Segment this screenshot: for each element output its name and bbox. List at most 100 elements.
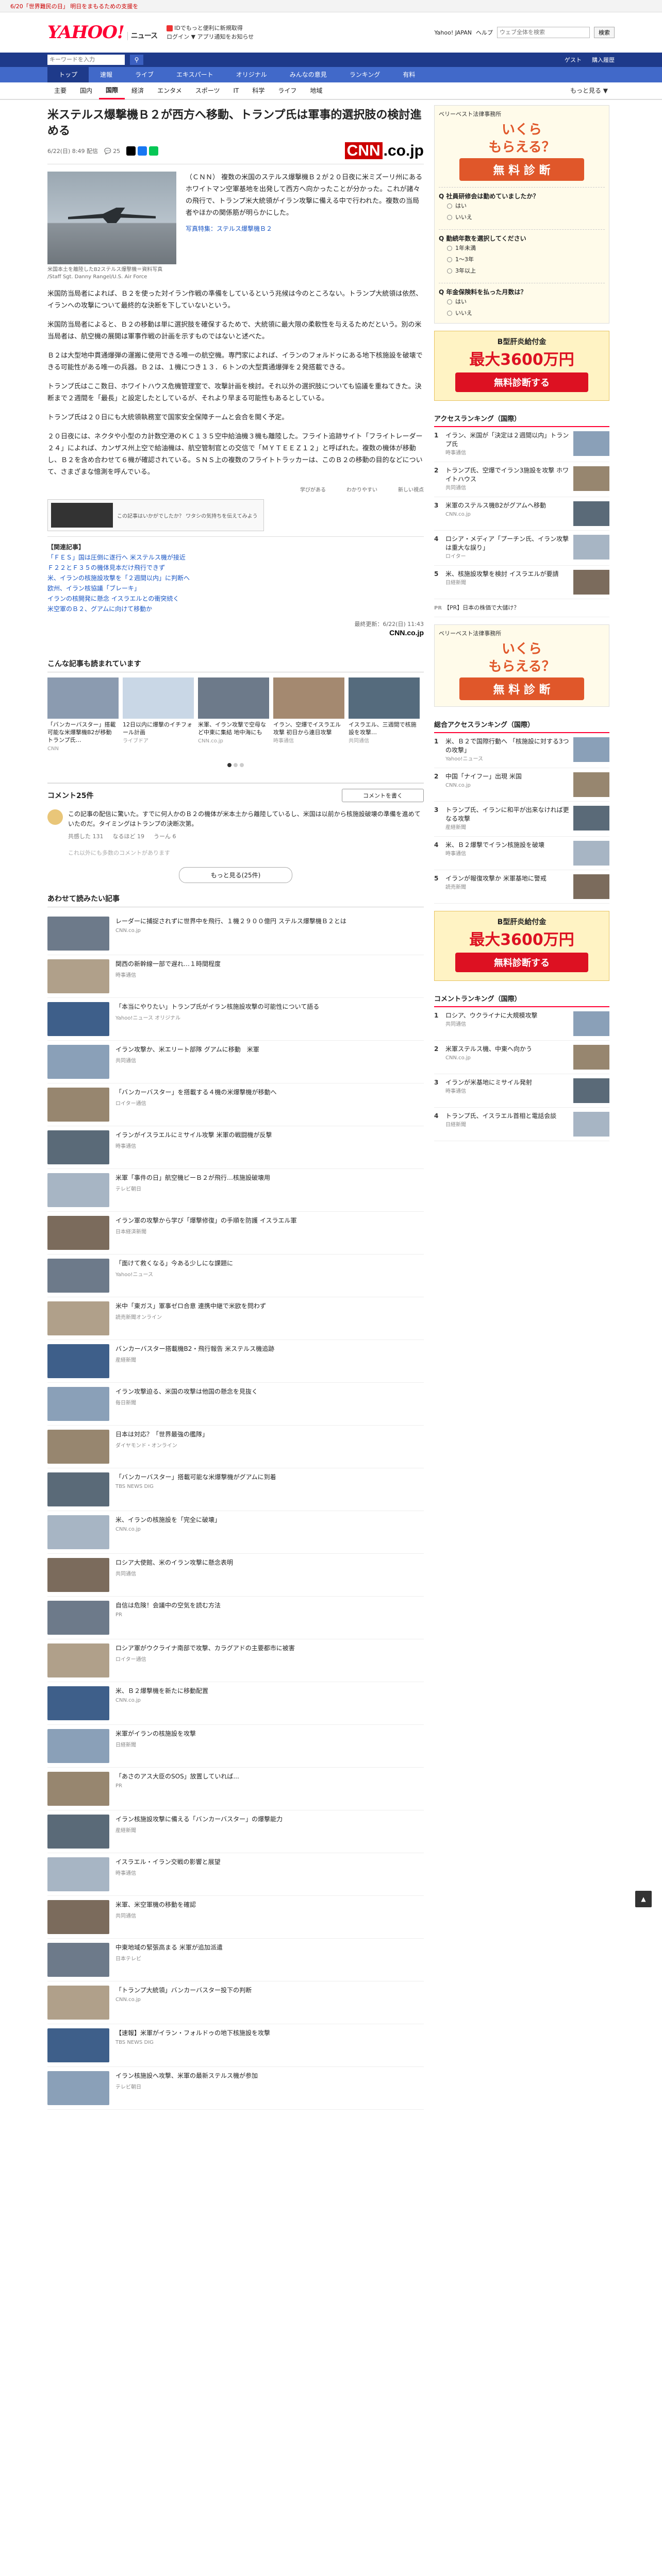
ranking-item[interactable]: 4 米、Ｂ２爆撃でイラン核施設を破壊 時事通信 <box>434 837 609 870</box>
scroll-to-top-button[interactable]: ▲ <box>635 1891 652 1907</box>
ranking-item[interactable]: 2 中国「ナイフー」出現 米国 CNN.co.jp <box>434 768 609 802</box>
gnav-opinion[interactable]: みんなの意見 <box>278 67 338 82</box>
reaction-new-view[interactable]: 新しい視点 <box>398 485 424 493</box>
recommended-item[interactable]: イラン軍の攻撃から学び「爆撃修復」の手順を防護 イスラエル軍 日本経済新聞 <box>47 1212 424 1255</box>
recommended-item[interactable]: 米、Ｂ２爆撃機を新たに移動配置 CNN.co.jp <box>47 1682 424 1725</box>
recommended-item[interactable]: イラン攻撃か、米エリート部隊 グアムに移動 米軍 共同通信 <box>47 1041 424 1083</box>
tab-it[interactable]: IT <box>226 83 245 98</box>
ranking-item[interactable]: 4 ロシア・メディア「プーチン氏、イラン攻撃は重大な誤り」 ロイター <box>434 531 609 566</box>
comment-count-link[interactable]: 💬 25 <box>104 148 120 155</box>
recommended-item[interactable]: 日本は対応？「世界最強の艦隊」 ダイヤモンド・オンライン <box>47 1426 424 1468</box>
pr-link[interactable]: PR 【PR】日本の株価で大儲け？ <box>434 599 609 617</box>
law-firm-ad[interactable]: ベリーベスト法律事務所 いくら もらえる？ 無 料 診 断 Q 社員研修会は勤め… <box>434 105 609 324</box>
tab-economy[interactable]: 経済 <box>125 83 151 98</box>
recommended-item[interactable]: イラン核施設へ攻撃、米軍の最新ステルス機が参加 テレビ朝日 <box>47 2067 424 2110</box>
recommended-item[interactable]: 「面けて救くなる」今ある少しにな課題に Yahoo!ニュース <box>47 1255 424 1297</box>
also-read-card[interactable]: 「バンカーバスター」搭載可能な米爆撃機B2が移動 トランプ氏… CNN <box>47 677 119 753</box>
gnav-expert[interactable]: エキスパート <box>165 67 225 82</box>
recommended-item[interactable]: 「本当にやりたい」トランプ氏がイラン核施設攻撃の可能性について語る Yahoo!ニ… <box>47 998 424 1041</box>
recommended-item[interactable]: 米軍、米空軍機の移動を確認 共同通信 <box>47 1896 424 1939</box>
recommended-item[interactable]: 「あさのアス大臣のSOS」放置していれば... PR <box>47 1768 424 1810</box>
reaction-clear[interactable]: わかりやすい <box>346 485 377 493</box>
recommended-item[interactable]: 米、イランの核施設を「完全に破壊」 CNN.co.jp <box>47 1511 424 1554</box>
ranking-item[interactable]: 1 イラン、米国が「決定は２週間以内」トランプ氏 時事通信 <box>434 427 609 462</box>
ranking-item[interactable]: 3 イランが米基地にミサイル発射 時事通信 <box>434 1074 609 1108</box>
gnav-paid[interactable]: 有料 <box>391 67 426 82</box>
ranking-item[interactable]: 5 イランが報復攻撃か 米軍基地に警戒 読売新聞 <box>434 870 609 904</box>
more-comments-button[interactable]: もっと見る(25件) <box>179 867 292 883</box>
reaction-learn[interactable]: 学びがある <box>300 485 326 493</box>
ranking-item[interactable]: 2 米軍ステルス機、中東へ向かう CNN.co.jp <box>434 1041 609 1074</box>
recommended-item[interactable]: バンカーバスター搭載機B2・飛行報告 米ステルス機追跡 産経新聞 <box>47 1340 424 1383</box>
recommended-item[interactable]: イラン核施設攻撃に備える「バンカーバスター」の爆撃能力 産経新聞 <box>47 1810 424 1853</box>
search-icon[interactable]: ⚲ <box>130 55 143 65</box>
related-link[interactable]: 米空軍のＢ２、グアムに向けて移動か <box>47 604 424 614</box>
recommended-item[interactable]: 関西の新幹線一部で遅れ…１時間程度 時事通信 <box>47 955 424 998</box>
line-share-icon[interactable] <box>149 146 159 156</box>
related-link[interactable]: 「ＦＥＳ」国は圧倒に遂行へ 米ステルス機が接近 <box>47 552 424 563</box>
recommended-item[interactable]: ロシア大使館、米のイラン攻撃に懸念表明 共同通信 <box>47 1554 424 1597</box>
help-link[interactable]: ヘルプ <box>476 28 493 37</box>
ranking-item[interactable]: 3 トランプ氏、イランに和平が出来なければ更なる攻撃 産経新聞 <box>434 802 609 837</box>
tab-local[interactable]: 地域 <box>303 83 329 98</box>
recommended-item[interactable]: 中東地域の緊張高まる 米軍が追加派遣 日本テレビ <box>47 1939 424 1981</box>
tab-domestic[interactable]: 国内 <box>73 83 99 98</box>
news-search-input[interactable] <box>47 55 125 65</box>
tab-sports[interactable]: スポーツ <box>189 83 227 98</box>
login-link[interactable]: ログイン ▼ アプリ通知をお知らせ <box>167 32 254 41</box>
hmm-button[interactable]: うーん 6 <box>154 832 176 840</box>
tab-main[interactable]: 主要 <box>47 83 73 98</box>
recommended-item[interactable]: イスラエル・イラン交戦の影響と展望 時事通信 <box>47 1853 424 1896</box>
insightful-button[interactable]: なるほど 19 <box>113 832 145 840</box>
signup-link[interactable]: IDでもっと便利に新規取得 <box>167 24 254 32</box>
carousel-dot[interactable] <box>234 763 238 767</box>
cnn-logo[interactable]: CNN .co.jp <box>344 142 424 160</box>
recommended-item[interactable]: 「バンカーバスター」を搭載する４機の米爆撃機が移動へ ロイター通信 <box>47 1083 424 1126</box>
b2-bomber-photo[interactable] <box>47 172 176 264</box>
recommended-item[interactable]: 「バンカーバスター」搭載可能な米爆撃機がグアムに到着 TBS NEWS DIG <box>47 1468 424 1511</box>
ranking-item[interactable]: 4 トランプ氏、イスラエル首相と電話会談 日経新聞 <box>434 1108 609 1141</box>
related-link[interactable]: 米、イランの核施設攻撃を「２週間以内」に判断へ <box>47 573 424 583</box>
guest-label[interactable]: ゲスト <box>565 56 582 64</box>
gnav-original[interactable]: オリジナル <box>225 67 278 82</box>
tab-life[interactable]: ライフ <box>271 83 303 98</box>
web-search-button[interactable]: 検索 <box>594 27 615 38</box>
also-read-card[interactable]: イラン、空爆でイスラエル攻撃 初日から連日攻撃 時事通信 <box>273 677 344 753</box>
purchase-history-link[interactable]: 購入履歴 <box>592 56 615 64</box>
related-link[interactable]: イランの核開発に懸念 イスラエルとの衝突続く <box>47 594 424 604</box>
notice-text[interactable]: 6/20「世界難民の日」 明日をまもるための支援を <box>10 2 138 10</box>
related-link[interactable]: 欧州、イラン核協議「ブレーキ」 <box>47 583 424 594</box>
free-diagnosis-button[interactable]: 無 料 診 断 <box>459 158 584 181</box>
recommended-item[interactable]: 「トランプ大統領」バンカーバスター投下の判断 CNN.co.jp <box>47 1981 424 2024</box>
also-read-card[interactable]: 12日以内に爆撃のイチフォール計画 ライブドア <box>123 677 194 753</box>
hepatitis-ad-banner-2[interactable]: B型肝炎給付金 最大3600万円 無料診断する <box>434 911 609 981</box>
recommended-item[interactable]: 自信は危険！会議中の空気を読む方法 PR <box>47 1597 424 1639</box>
gnav-ranking[interactable]: ランキング <box>338 67 392 82</box>
x-share-icon[interactable] <box>126 146 136 156</box>
feedback-banner[interactable]: この記事はいかがでしたか？ ワタシの気持ちを伝えてみよう <box>47 499 264 531</box>
recommended-item[interactable]: 【速報】米軍がイラン・フォルドゥの地下核施設を攻撃 TBS NEWS DIG <box>47 2024 424 2067</box>
tab-international[interactable]: 国際 <box>99 82 125 99</box>
ranking-item[interactable]: 5 米、核施設攻撃を検討 イスラエルが要請 日経新聞 <box>434 566 609 599</box>
photo-gallery-link[interactable]: 写真特集：ステルス爆撃機Ｂ２ <box>186 224 424 233</box>
write-comment-button[interactable]: コメントを書く <box>342 789 424 802</box>
recommended-item[interactable]: 米軍「事件の日」航空機ビーＢ２が飛行…核施設破壊用 テレビ朝日 <box>47 1169 424 1212</box>
agree-button[interactable]: 共感した 131 <box>68 832 104 840</box>
ranking-item[interactable]: 1 米、Ｂ２で国際行動へ 「核施設に対する3つの攻撃」 Yahoo!ニュース <box>434 733 609 768</box>
web-search-input[interactable] <box>497 27 590 38</box>
ranking-item[interactable]: 2 トランプ氏、空爆でイラン3施設を攻撃 ホワイトハウス 共同通信 <box>434 462 609 497</box>
yahoo-news-logo[interactable]: YAHOO! ニュース <box>47 22 158 43</box>
law-firm-ad-2[interactable]: ベリーベスト法律事務所 いくら もらえる？ 無 料 診 断 <box>434 624 609 707</box>
carousel-dot[interactable] <box>227 763 231 767</box>
gnav-top[interactable]: トップ <box>47 67 89 82</box>
gnav-live[interactable]: ライブ <box>124 67 165 82</box>
hepatitis-ad-banner[interactable]: B型肝炎給付金 最大3600万円 無料診断する <box>434 331 609 401</box>
recommended-item[interactable]: イラン攻撃迫る、米国の攻撃は他国の懸念を見抜く 毎日新聞 <box>47 1383 424 1426</box>
gnav-breaking[interactable]: 速報 <box>89 67 124 82</box>
facebook-share-icon[interactable] <box>138 146 147 156</box>
recommended-item[interactable]: 米中「東ガス」軍事ゼロ合意 連携中継で米欧を問わず 読売新聞オンライン <box>47 1297 424 1340</box>
also-read-card[interactable]: 米軍、イラン攻撃で空母など中東に集結 地中海にも CNN.co.jp <box>198 677 269 753</box>
recommended-item[interactable]: 米軍がイランの核施設を攻撃 日経新聞 <box>47 1725 424 1768</box>
ranking-item[interactable]: 3 米軍のステルス機B2がグアムへ移動 CNN.co.jp <box>434 497 609 531</box>
recommended-item[interactable]: イランがイスラエルにミサイル攻撃 米軍の戦闘機が反撃 時事通信 <box>47 1126 424 1169</box>
